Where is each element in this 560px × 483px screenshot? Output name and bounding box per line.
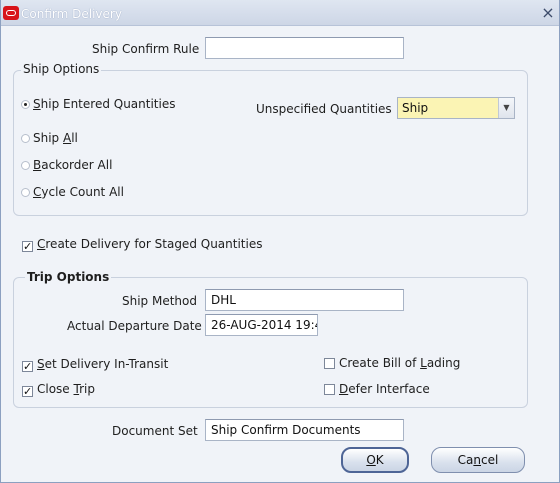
- radio-cycle-count-all[interactable]: Cycle Count All: [21, 185, 124, 199]
- close-trip-checkbox[interactable]: ✓ Close Trip: [22, 382, 95, 397]
- checkbox-unchecked-icon: [324, 358, 335, 369]
- ok-button[interactable]: OK: [341, 447, 409, 473]
- checkbox-checked-icon: ✓: [22, 360, 33, 373]
- defer-interface-checkbox[interactable]: Defer Interface: [324, 382, 430, 396]
- document-set-label: Document Set: [112, 424, 198, 438]
- departure-date-input[interactable]: 26-AUG-2014 19:47: [205, 314, 318, 336]
- create-delivery-checkbox[interactable]: ✓ Create Delivery for Staged Quantities: [22, 237, 262, 252]
- checkbox-checked-icon: ✓: [22, 240, 33, 253]
- radio-ship-all[interactable]: Ship All: [21, 131, 78, 145]
- radio-unselected-icon: [21, 134, 30, 143]
- window-title: Confirm Delivery: [21, 7, 122, 21]
- radio-unselected-icon: [21, 161, 30, 170]
- departure-date-label: Actual Departure Date: [67, 319, 202, 333]
- set-in-transit-checkbox[interactable]: ✓ Set Delivery In-Transit: [22, 357, 168, 372]
- radio-unselected-icon: [21, 188, 30, 197]
- ship-confirm-rule-input[interactable]: [205, 37, 404, 59]
- unspecified-quantities-label: Unspecified Quantities: [256, 102, 392, 116]
- checkbox-unchecked-icon: [324, 384, 335, 395]
- unspecified-quantities-select[interactable]: Ship ▼: [397, 97, 515, 119]
- oracle-logo-icon: [3, 6, 19, 20]
- ship-options-title: Ship Options: [21, 62, 102, 76]
- ship-confirm-rule-label: Ship Confirm Rule: [92, 42, 200, 56]
- confirm-delivery-window: Confirm Delivery × Ship Confirm Rule Shi…: [0, 0, 560, 483]
- unspecified-quantities-value: Ship: [402, 101, 429, 115]
- document-set-input[interactable]: Ship Confirm Documents: [205, 419, 404, 441]
- cancel-button[interactable]: Cancel: [431, 447, 525, 473]
- radio-backorder-all[interactable]: Backorder All: [21, 158, 112, 172]
- checkbox-checked-icon: ✓: [22, 385, 33, 398]
- title-bar: Confirm Delivery ×: [1, 0, 559, 26]
- ship-method-input[interactable]: DHL: [205, 289, 404, 311]
- close-icon[interactable]: ×: [539, 4, 557, 22]
- chevron-down-icon[interactable]: ▼: [498, 98, 514, 118]
- create-bill-of-lading-checkbox[interactable]: Create Bill of Lading: [324, 356, 460, 370]
- radio-ship-entered-quantities[interactable]: Ship Entered Quantities: [21, 97, 175, 111]
- ship-method-label: Ship Method: [122, 294, 197, 308]
- trip-options-title: Trip Options: [25, 270, 112, 284]
- radio-selected-icon: [21, 100, 30, 109]
